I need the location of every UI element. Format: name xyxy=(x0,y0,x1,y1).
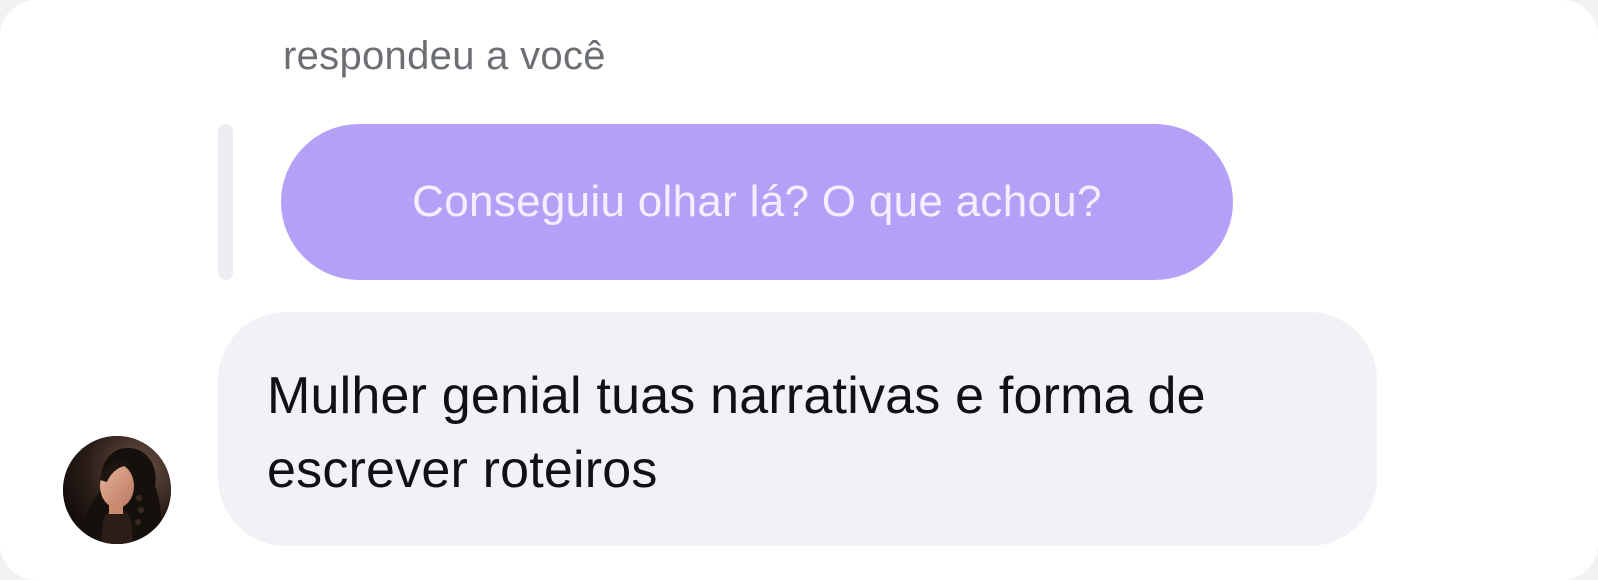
message-bubble[interactable]: Mulher genial tuas narrativas e forma de… xyxy=(218,312,1377,546)
reply-context-label: respondeu a você xyxy=(283,34,606,78)
message-text: Mulher genial tuas narrativas e forma de… xyxy=(267,367,1206,499)
quoted-message-text: Conseguiu olhar lá? O que achou? xyxy=(412,177,1102,226)
chat-thread: respondeu a você Conseguiu olhar lá? O q… xyxy=(0,0,1598,580)
quoted-message-bubble[interactable]: Conseguiu olhar lá? O que achou? xyxy=(281,124,1233,280)
avatar[interactable] xyxy=(63,436,171,544)
reply-indicator-bar xyxy=(218,124,233,280)
avatar-photo-icon xyxy=(63,436,171,544)
